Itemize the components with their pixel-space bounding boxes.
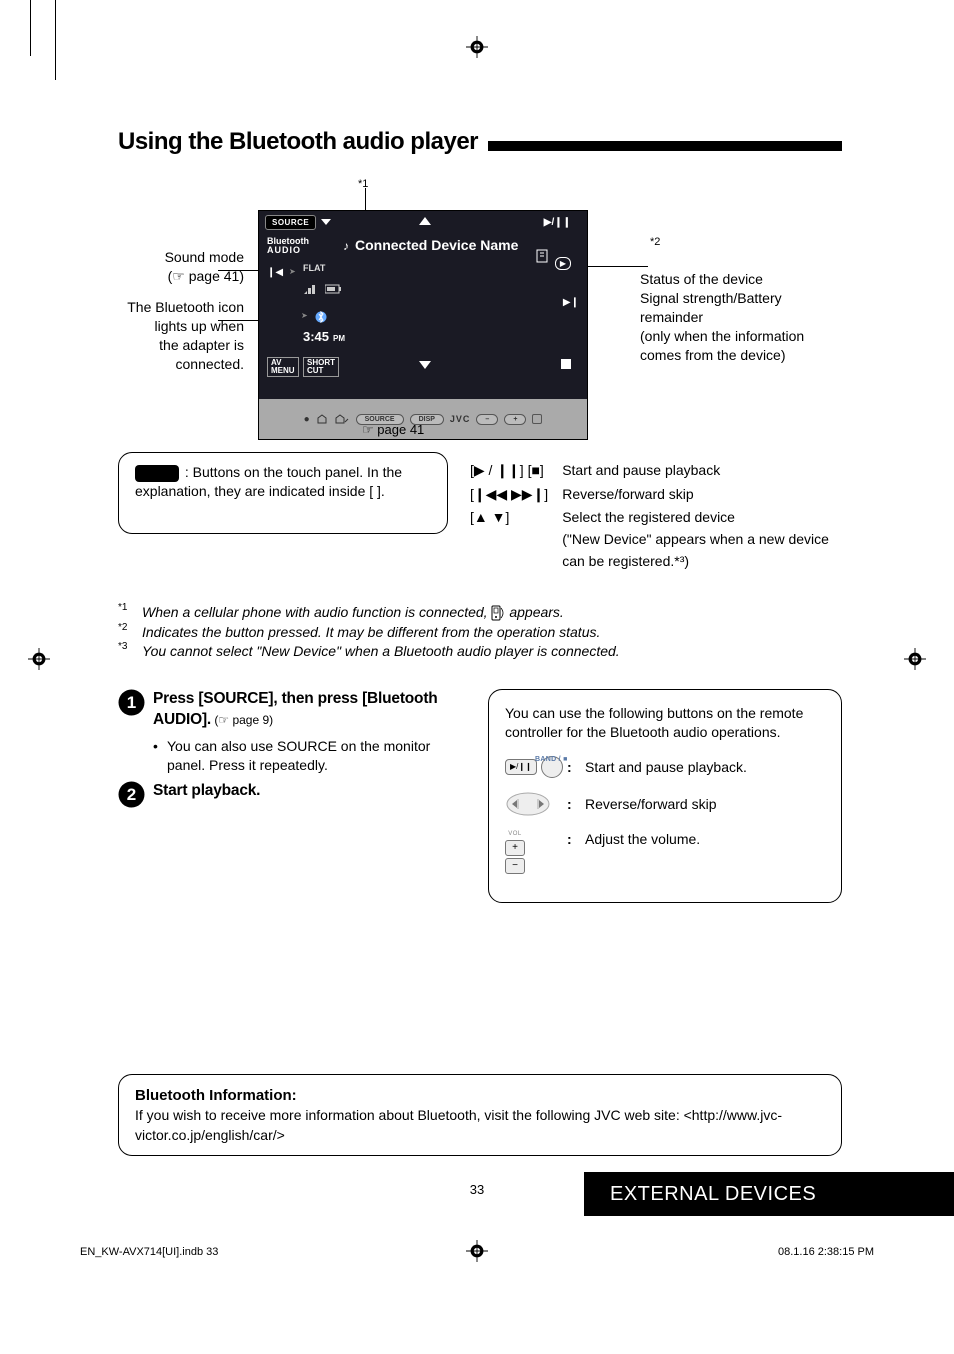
- brand-label: JVC: [450, 414, 471, 424]
- phone-audio-icon: [491, 605, 505, 621]
- footnote-3: *3 You cannot select "New Device" when a…: [118, 643, 842, 659]
- footnote-marker-2: *2: [650, 236, 660, 248]
- bluetooth-icon: [315, 311, 327, 326]
- step-1: 1 Press [SOURCE], then press [Bluetooth …: [118, 689, 458, 775]
- footnote-2: *2 Indicates the button pressed. It may …: [118, 624, 842, 640]
- bluetooth-icon-callout: The Bluetooth icon lights up when the ad…: [94, 298, 244, 374]
- heading-rule: [488, 141, 842, 151]
- remote-row-volume: VOL + − : Adjust the volume.: [505, 830, 825, 874]
- av-menu-button[interactable]: AVMENU: [267, 357, 299, 377]
- device-status-icon: [535, 249, 549, 263]
- steps-column: 1 Press [SOURCE], then press [Bluetooth …: [118, 689, 458, 903]
- open-button[interactable]: [532, 414, 542, 424]
- source-type-label: Bluetooth AUDIO: [267, 237, 309, 255]
- remote-row-text: Adjust the volume.: [585, 830, 700, 849]
- legend-description: Reverse/forward skip: [562, 484, 840, 506]
- down-arrow-icon[interactable]: [419, 361, 431, 369]
- legend-row: [▶ / ❙❙] [■] Start and pause playback: [470, 460, 840, 482]
- section-footer-bar: EXTERNAL DEVICES: [584, 1172, 954, 1216]
- legend-row: [▲ ▼] Select the registered device ("New…: [470, 507, 840, 572]
- registration-mark-right: [904, 648, 926, 670]
- remote-row-text: Start and pause playback.: [585, 758, 747, 777]
- next-track-icon[interactable]: ▶❙: [563, 297, 579, 308]
- remote-intro-text: You can use the following buttons on the…: [505, 704, 825, 742]
- step-1-ref: (☞ page 9): [211, 713, 273, 727]
- music-note-icon: ♪: [343, 239, 349, 253]
- clock-display: 3:45PM: [303, 329, 345, 344]
- signal-strength-icon: [303, 283, 317, 295]
- bluetooth-information-box: Bluetooth Information: If you wish to re…: [118, 1074, 842, 1156]
- page-reference-below: ☞ ☞ page 41page 41: [362, 422, 424, 438]
- sound-mode-callout: Sound mode (☞ page 41): [114, 248, 244, 286]
- status-icons-right: ▶: [535, 241, 571, 270]
- footnotes-block: *1 When a cellular phone with audio func…: [118, 604, 842, 659]
- step-1-note: • You can also use SOURCE on the monitor…: [153, 737, 458, 775]
- panel-diagram: *1 *2 SOURCE ▶/❙❙ Bluetooth AUDIO ♪ Conn…: [118, 170, 842, 600]
- source-button[interactable]: SOURCE: [265, 215, 316, 230]
- device-touch-panel: SOURCE ▶/❙❙ Bluetooth AUDIO ♪ Connected …: [258, 210, 588, 440]
- up-arrow-icon[interactable]: [419, 217, 431, 225]
- section-heading-row: Using the Bluetooth audio player: [118, 128, 842, 156]
- band-label: BAND / ■: [535, 755, 568, 764]
- device-status-callout: Status of the device Signal strength/Bat…: [640, 270, 850, 364]
- step-number-icon: 2: [118, 781, 145, 808]
- shortcut-button[interactable]: SHORTCUT: [303, 357, 339, 377]
- sound-mode-label: FLAT: [303, 263, 325, 273]
- registration-mark-top: [466, 36, 488, 58]
- home-icon[interactable]: [316, 413, 328, 425]
- legend-description: Select the registered device ("New Devic…: [562, 507, 840, 572]
- legend-description: Start and pause playback: [562, 460, 840, 482]
- remote-row-skip: : Reverse/forward skip: [505, 792, 825, 816]
- step-2-instruction: Start playback.: [153, 782, 260, 799]
- footnote-marker-1: *1: [358, 178, 368, 190]
- print-slug-right: 08.1.16 2:38:15 PM: [778, 1246, 874, 1258]
- step-2: 2 Start playback.: [118, 781, 458, 808]
- play-pause-icon[interactable]: ▶/❙❙: [544, 217, 571, 228]
- stop-icon[interactable]: [561, 359, 571, 369]
- remote-vol-down-button[interactable]: −: [505, 858, 525, 874]
- remote-play-pause-button[interactable]: ▶/❙❙: [505, 759, 537, 776]
- menu-icon[interactable]: [334, 413, 350, 425]
- svg-text:1: 1: [127, 693, 136, 712]
- play-status-icon: ▶: [555, 257, 571, 270]
- remote-row-playpause: BAND / ■ ▶/❙❙ : Start and pause playback…: [505, 756, 825, 778]
- svg-text:2: 2: [127, 785, 136, 804]
- button-function-legend: [▶ / ❙❙] [■] Start and pause playback [❙…: [468, 458, 842, 574]
- info-box-body: If you wish to receive more information …: [135, 1106, 825, 1145]
- remote-skip-buttons[interactable]: [505, 792, 551, 816]
- vol-label: VOL: [508, 830, 522, 838]
- connected-device-name: Connected Device Name: [355, 237, 518, 253]
- remote-row-text: Reverse/forward skip: [585, 795, 717, 814]
- legend-symbol: [▶ / ❙❙] [■]: [470, 460, 560, 482]
- touch-button-legend-box: : Buttons on the touch panel. In the exp…: [118, 452, 448, 534]
- signal-battery-icons: [303, 283, 343, 295]
- legend-row: [❙◀◀ ▶▶❙] Reverse/forward skip: [470, 484, 840, 506]
- plus-hw-button[interactable]: +: [504, 414, 526, 425]
- remote-controller-box: You can use the following buttons on the…: [488, 689, 842, 903]
- down-arrow-icon: [321, 219, 331, 225]
- arrow-icon: ➤: [289, 267, 296, 276]
- remote-vol-up-button[interactable]: +: [505, 840, 525, 856]
- registration-mark-left: [28, 648, 50, 670]
- section-heading: Using the Bluetooth audio player: [118, 128, 478, 156]
- step-1-instruction: Press [SOURCE], then press [Bluetooth AU…: [153, 690, 438, 728]
- footnote-1: *1 When a cellular phone with audio func…: [118, 604, 842, 621]
- minus-hw-button[interactable]: –: [476, 414, 498, 425]
- info-box-title: Bluetooth Information:: [135, 1085, 825, 1106]
- arrow-icon: ➤: [301, 311, 308, 320]
- step-number-icon: 1: [118, 689, 145, 716]
- crop-line: [30, 0, 31, 56]
- battery-icon: [325, 284, 343, 294]
- registration-mark-bottom: [466, 1240, 488, 1262]
- legend-chip-icon: [135, 465, 179, 482]
- print-slug-left: EN_KW-AVX714[UI].indb 33: [80, 1246, 218, 1258]
- prev-track-icon[interactable]: ❙◀: [267, 267, 283, 278]
- legend-symbol: [▲ ▼]: [470, 507, 560, 572]
- crop-line: [55, 0, 56, 80]
- legend-symbol: [❙◀◀ ▶▶❙]: [470, 484, 560, 506]
